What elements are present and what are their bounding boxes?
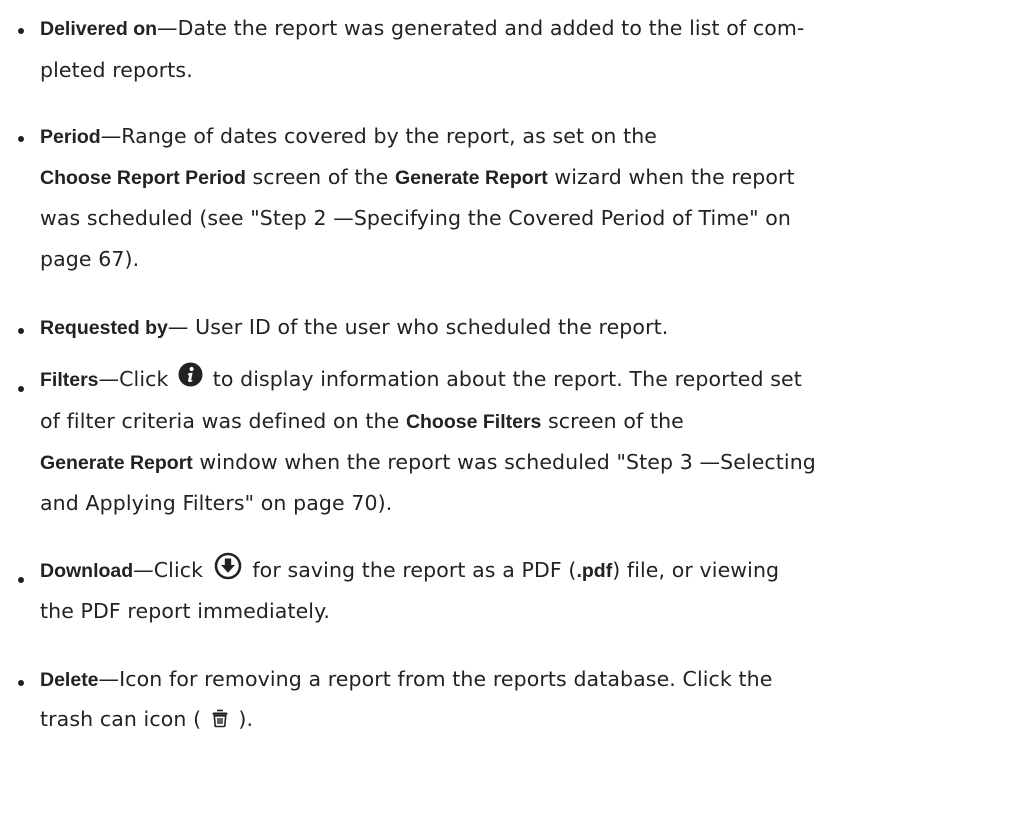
ui-reference-bold: Choose Filters: [405, 411, 542, 433]
description-text: screen of the: [541, 409, 684, 433]
bullet: [18, 136, 24, 142]
text-line: and Applying Filters" on page 70).: [40, 490, 392, 516]
text-line: the PDF report immediately.: [40, 598, 330, 624]
term-label: Requested by: [40, 317, 168, 339]
bullet: [18, 328, 24, 334]
description-text: —Range of dates covered by the report, a…: [100, 124, 658, 148]
text-line: of filter criteria was defined on the Ch…: [40, 408, 684, 435]
term-label: Delivered on: [40, 18, 158, 40]
description-text: for saving the report as a PDF (: [245, 558, 577, 582]
description-text: of filter criteria was defined on the: [40, 409, 406, 433]
text-line: Period—Range of dates covered by the rep…: [40, 123, 657, 150]
description-text: —Click: [98, 367, 176, 391]
description-text: — User ID of the user who scheduled the …: [167, 315, 669, 339]
cross-reference-text[interactable]: was scheduled (see "Step 2 —Specifying t…: [40, 206, 791, 230]
bullet: [18, 680, 24, 686]
text-line: was scheduled (see "Step 2 —Specifying t…: [40, 205, 791, 231]
description-text: to display information about the report.…: [206, 367, 802, 391]
description-text: ).: [231, 707, 254, 731]
download-circle-icon[interactable]: [214, 552, 242, 580]
text-line: Choose Report Period screen of the Gener…: [40, 164, 795, 191]
bullet: [18, 28, 24, 34]
term-label: Period: [40, 126, 101, 148]
ui-reference-bold: Choose Report Period: [40, 167, 246, 189]
text-line: Requested by— User ID of the user who sc…: [40, 314, 668, 341]
file-extension-bold: .pdf: [576, 560, 613, 582]
description-text: screen of the: [245, 165, 395, 189]
term-label: Download: [40, 560, 134, 582]
description-text: —Click: [133, 558, 210, 582]
text-line: Filters—Click to display information abo…: [40, 362, 802, 393]
text-line: page 67).: [40, 246, 139, 272]
text-line: Generate Report window when the report w…: [40, 449, 816, 476]
bullet: [18, 386, 24, 392]
text-line: trash can icon ( ).: [40, 706, 253, 732]
cross-reference-text[interactable]: and Applying Filters" on page 70).: [40, 491, 392, 515]
info-circle-icon[interactable]: [178, 362, 203, 387]
text-line: Delete—Icon for removing a report from t…: [40, 666, 772, 693]
ui-reference-bold: Generate Report: [40, 452, 193, 474]
description-text: —Icon for removing a report from the rep…: [98, 667, 773, 691]
term-label: Filters: [40, 369, 99, 391]
description-text: wizard when the report: [547, 165, 795, 189]
text-line: Delivered on—Date the report was generat…: [40, 15, 804, 42]
cross-reference-text[interactable]: page 67).: [40, 247, 139, 271]
text-line: Download—Click for saving the report as …: [40, 552, 779, 584]
description-text: —Date the report was generated and added…: [157, 16, 805, 40]
term-label: Delete: [40, 669, 99, 691]
description-text: trash can icon (: [40, 707, 208, 731]
description-text: the PDF report immediately.: [40, 599, 331, 623]
trash-can-icon[interactable]: [210, 708, 230, 728]
text-line: pleted reports.: [40, 57, 193, 83]
description-text: ) file, or viewing: [612, 558, 780, 582]
ui-reference-bold: Generate Report: [394, 167, 548, 189]
description-text: pleted reports.: [40, 58, 193, 82]
cross-reference-text[interactable]: window when the report was scheduled "St…: [193, 450, 816, 474]
bullet: [18, 577, 24, 583]
